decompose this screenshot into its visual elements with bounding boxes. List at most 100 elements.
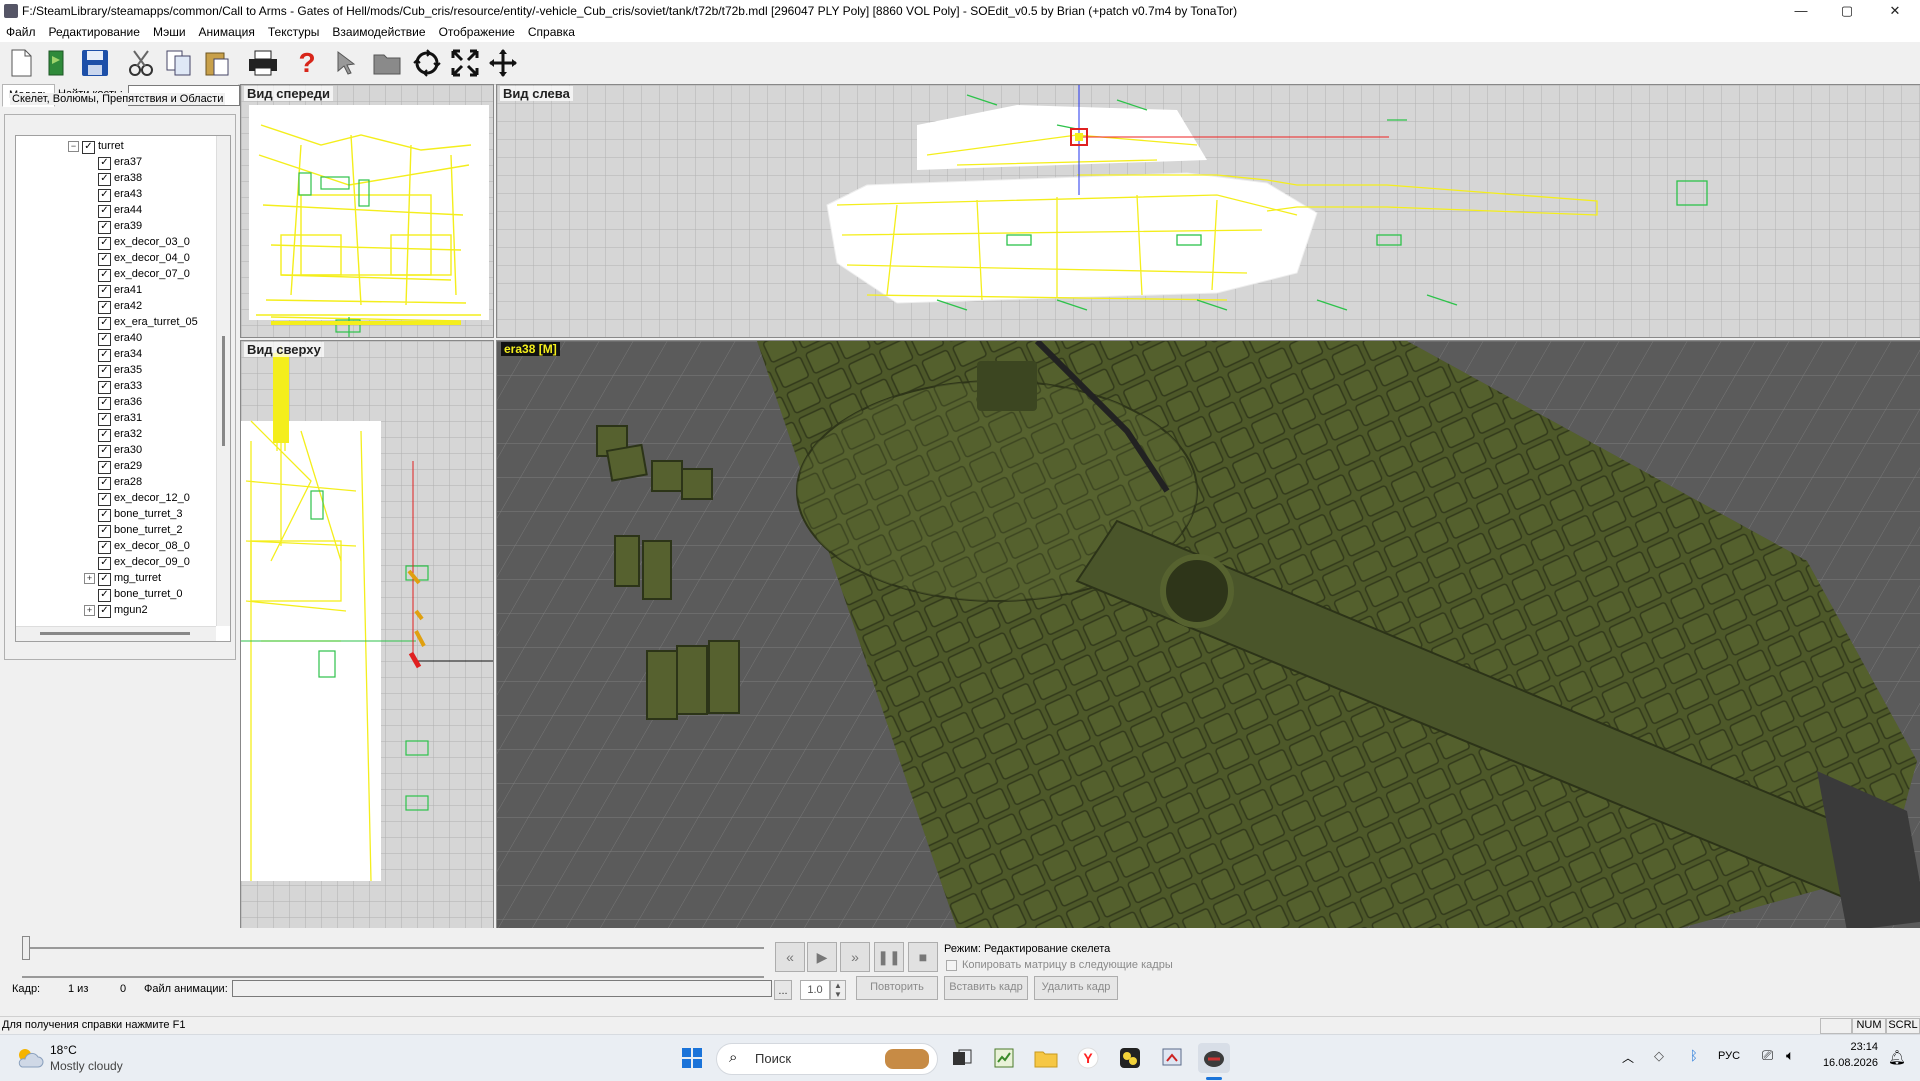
minimize-button[interactable]: —	[1778, 0, 1824, 22]
help-icon[interactable]: ?	[290, 46, 324, 80]
browse-button[interactable]: ...	[774, 980, 792, 1000]
tree-item-checkbox[interactable]: ✓	[98, 333, 111, 346]
taskbar-search[interactable]: ⌕ Поиск	[716, 1043, 938, 1075]
pointer-icon[interactable]	[330, 46, 364, 80]
menu-edit[interactable]: Редактирование	[43, 22, 147, 39]
hscroll-thumb[interactable]	[40, 632, 190, 635]
anim-file-input[interactable]	[232, 980, 772, 997]
menu-help[interactable]: Справка	[522, 22, 582, 39]
expand-icon[interactable]: +	[84, 573, 95, 584]
explorer-icon[interactable]	[1030, 1043, 1062, 1073]
menu-display[interactable]: Отображение	[433, 22, 522, 39]
speed-spinner[interactable]: ▲ ▼	[830, 980, 846, 1000]
menu-meshes[interactable]: Мэши	[147, 22, 193, 39]
menu-file[interactable]: Файл	[0, 22, 43, 39]
tree-item-checkbox[interactable]: ✓	[98, 509, 111, 522]
tree-item-checkbox[interactable]: ✓	[98, 205, 111, 218]
tree-item-checkbox[interactable]: ✓	[98, 541, 111, 554]
copy-matrix-checkbox[interactable]	[946, 960, 957, 971]
tree-item-checkbox[interactable]: ✓	[98, 493, 111, 506]
tree-item-checkbox[interactable]: ✓	[98, 397, 111, 410]
forward-button[interactable]: »	[840, 942, 870, 972]
task-view-icon[interactable]	[946, 1043, 978, 1073]
collapse-icon[interactable]: −	[68, 141, 79, 152]
tray-date[interactable]: 16.08.2026	[1818, 1057, 1878, 1069]
tree-item-checkbox[interactable]: ✓	[98, 445, 111, 458]
insert-frame-button[interactable]: Вставить кадр	[944, 976, 1028, 1000]
print-icon[interactable]	[246, 46, 280, 80]
vscroll-thumb[interactable]	[222, 336, 225, 446]
paste-icon[interactable]	[200, 46, 234, 80]
cut-icon[interactable]	[124, 46, 158, 80]
tree-item-checkbox[interactable]: ✓	[98, 157, 111, 170]
tray-display-icon[interactable]: ⎚	[1762, 1047, 1773, 1064]
timeline-slider-handle[interactable]	[22, 936, 30, 960]
tree-vscrollbar[interactable]	[216, 136, 230, 626]
tree-item-checkbox[interactable]: ✓	[98, 413, 111, 426]
tree-item-checkbox[interactable]: ✓	[98, 285, 111, 298]
soedit-taskbar-icon[interactable]	[1156, 1043, 1188, 1073]
menu-interaction[interactable]: Взаимодействие	[326, 22, 432, 39]
timeline-track-2[interactable]	[22, 976, 764, 978]
tree-hscrollbar[interactable]	[16, 626, 216, 641]
tree-item-checkbox[interactable]: ✓	[98, 381, 111, 394]
notifications-icon[interactable]: 🔔︎	[1888, 1049, 1906, 1066]
rotate-icon[interactable]	[410, 46, 444, 80]
delete-frame-button[interactable]: Удалить кадр	[1034, 976, 1118, 1000]
tree-item-checkbox[interactable]: ✓	[98, 525, 111, 538]
tree-item-checkbox[interactable]: ✓	[98, 429, 111, 442]
tray-chevron-icon[interactable]: ︿	[1622, 1049, 1634, 1066]
tree-item-checkbox[interactable]: ✓	[98, 189, 111, 202]
start-icon[interactable]	[676, 1043, 708, 1073]
tree-item-checkbox[interactable]: ✓	[98, 349, 111, 362]
pause-button[interactable]: ❚❚	[874, 942, 904, 972]
open-file-icon[interactable]	[40, 46, 74, 80]
tray-time[interactable]: 23:14	[1818, 1041, 1878, 1053]
viewport-perspective[interactable]: era38 [M]	[496, 340, 1920, 930]
media-app-icon[interactable]	[1114, 1043, 1146, 1073]
tray-network-icon[interactable]: ◇	[1654, 1048, 1664, 1064]
tree-item-checkbox[interactable]: ✓	[98, 301, 111, 314]
speed-field[interactable]: 1.0	[800, 980, 830, 1000]
close-button[interactable]: ✕	[1872, 0, 1918, 22]
copy-icon[interactable]	[162, 46, 196, 80]
fit-icon[interactable]	[448, 46, 482, 80]
tray-language[interactable]: РУС	[1718, 1050, 1740, 1062]
expand-icon[interactable]: +	[84, 605, 95, 616]
weather-icon[interactable]	[14, 1043, 44, 1073]
tree-item-checkbox[interactable]: ✓	[98, 237, 111, 250]
tree-item-checkbox[interactable]: ✓	[98, 173, 111, 186]
viewport-top[interactable]: Вид сверху	[240, 340, 494, 930]
editor-app-icon[interactable]	[988, 1043, 1020, 1073]
tree-item-checkbox[interactable]: ✓	[98, 557, 111, 570]
folder-icon[interactable]	[370, 46, 404, 80]
tree-item-checkbox[interactable]: ✓	[98, 477, 111, 490]
tray-bluetooth-icon[interactable]: ᛒ	[1690, 1048, 1698, 1063]
tree-item-checkbox[interactable]: ✓	[82, 141, 95, 154]
play-button[interactable]: ▶	[807, 942, 837, 972]
timeline-track[interactable]	[22, 947, 764, 949]
tree-item-checkbox[interactable]: ✓	[98, 269, 111, 282]
new-file-icon[interactable]	[4, 46, 38, 80]
tree-item-checkbox[interactable]: ✓	[98, 221, 111, 234]
viewport-front[interactable]: Вид спереди	[240, 84, 494, 338]
move-icon[interactable]	[486, 46, 520, 80]
viewport-left[interactable]: Вид слева	[496, 84, 1920, 338]
rewind-button[interactable]: «	[775, 942, 805, 972]
yandex-browser-icon[interactable]: Y	[1072, 1043, 1104, 1073]
maximize-button[interactable]: ▢	[1824, 0, 1870, 22]
game-taskbar-icon[interactable]	[1198, 1043, 1230, 1073]
tree-item-checkbox[interactable]: ✓	[98, 461, 111, 474]
tree-item-checkbox[interactable]: ✓	[98, 365, 111, 378]
tree-item-checkbox[interactable]: ✓	[98, 605, 111, 618]
menu-animation[interactable]: Анимация	[193, 22, 262, 39]
tree-item-checkbox[interactable]: ✓	[98, 573, 111, 586]
menu-textures[interactable]: Текстуры	[262, 22, 327, 39]
tray-volume-icon[interactable]: 🔈︎	[1786, 1047, 1794, 1064]
stop-button[interactable]: ■	[908, 942, 938, 972]
repeat-button[interactable]: Повторить	[856, 976, 938, 1000]
skeleton-tree[interactable]: − ✓ turret ✓ era37 ✓ era38 ✓ era43 ✓ era44 ✓ era39 ✓ e…	[15, 135, 231, 642]
tree-item-checkbox[interactable]: ✓	[98, 589, 111, 602]
tree-item-checkbox[interactable]: ✓	[98, 317, 111, 330]
tree-item-checkbox[interactable]: ✓	[98, 253, 111, 266]
